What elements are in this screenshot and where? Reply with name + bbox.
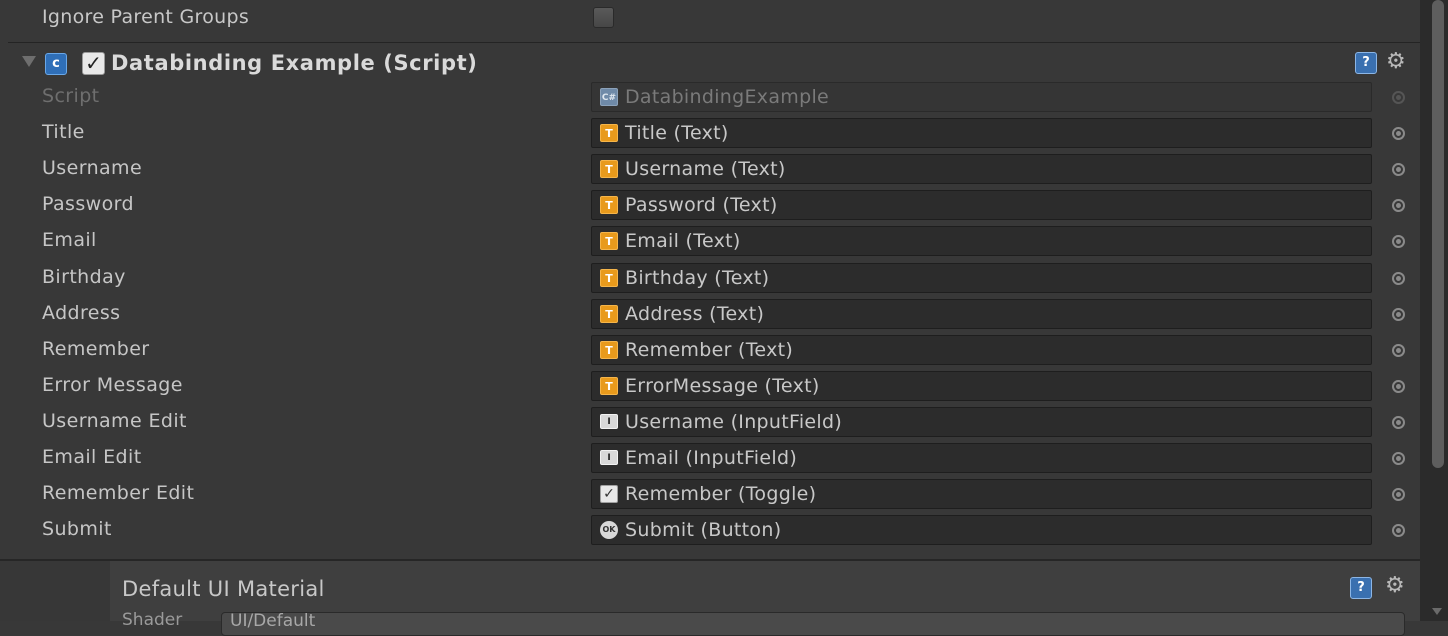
text-component-icon: T [600, 269, 618, 287]
object-field-value: Title (Text) [625, 122, 729, 144]
object-picker-icon[interactable] [1392, 452, 1405, 465]
field-label: Username Edit [42, 410, 187, 432]
object-field-value: Password (Text) [625, 194, 778, 216]
text-component-icon: T [600, 341, 618, 359]
field-label: Password [42, 193, 134, 215]
object-picker-icon[interactable] [1392, 199, 1405, 212]
object-field[interactable]: T Email (Text) [591, 226, 1372, 256]
ignore-parent-groups-checkbox[interactable] [593, 7, 614, 28]
object-field-value: Remember (Text) [625, 339, 794, 361]
help-icon[interactable]: ? [1355, 52, 1377, 74]
component-title: Databinding Example (Script) [111, 51, 478, 75]
field-label: Submit [42, 518, 112, 540]
object-field-value: DatabindingExample [625, 86, 830, 108]
object-field[interactable]: I Email (InputField) [591, 443, 1372, 473]
object-field-value: Birthday (Text) [625, 267, 770, 289]
field-label: Email [42, 229, 97, 251]
shader-value: UI/Default [230, 611, 316, 631]
inputfield-component-icon: I [600, 414, 618, 429]
text-component-icon: T [600, 160, 618, 178]
object-field: C# DatabindingExample [591, 82, 1372, 112]
shader-dropdown[interactable] [221, 612, 1405, 636]
field-label: Script [42, 85, 100, 107]
shader-label: Shader [122, 610, 183, 630]
object-picker-icon[interactable] [1392, 344, 1405, 357]
object-field[interactable]: OK Submit (Button) [591, 515, 1372, 545]
object-field-value: Remember (Toggle) [625, 483, 817, 505]
object-field[interactable]: T Remember (Text) [591, 335, 1372, 365]
script-icon: C# [600, 88, 618, 106]
text-component-icon: T [600, 232, 618, 250]
object-field[interactable]: T ErrorMessage (Text) [591, 371, 1372, 401]
object-field-value: ErrorMessage (Text) [625, 375, 820, 397]
text-component-icon: T [600, 196, 618, 214]
object-picker-icon[interactable] [1392, 524, 1405, 537]
field-label: Remember Edit [42, 482, 195, 504]
field-label: Username [42, 157, 143, 179]
object-field[interactable]: T Password (Text) [591, 190, 1372, 220]
field-label: Title [42, 121, 85, 143]
field-label: Remember [42, 338, 150, 360]
object-field[interactable]: T Address (Text) [591, 299, 1372, 329]
object-field-value: Address (Text) [625, 303, 765, 325]
text-component-icon: T [600, 377, 618, 395]
material-gear-icon[interactable]: ⚙ [1385, 575, 1405, 597]
object-picker-icon[interactable] [1392, 416, 1405, 429]
object-picker-icon[interactable] [1392, 163, 1405, 176]
object-field-value: Username (Text) [625, 158, 786, 180]
text-component-icon: T [600, 305, 618, 323]
object-field-value: Email (InputField) [625, 447, 798, 469]
object-picker-icon[interactable] [1392, 127, 1405, 140]
button-component-icon: OK [600, 521, 618, 539]
object-picker-icon[interactable] [1392, 272, 1405, 285]
material-preview [0, 561, 110, 621]
object-field-value: Username (InputField) [625, 411, 843, 433]
foldout-arrow-icon[interactable] [22, 56, 36, 67]
csharp-script-icon: c [45, 53, 67, 75]
toggle-component-icon: ✓ [600, 485, 618, 503]
material-help-icon[interactable]: ? [1350, 577, 1372, 599]
field-label: Address [42, 302, 121, 324]
field-label: Email Edit [42, 446, 142, 468]
material-title: Default UI Material [122, 577, 325, 601]
field-label: Error Message [42, 374, 183, 396]
object-field-value: Email (Text) [625, 230, 741, 252]
object-picker-icon[interactable] [1392, 235, 1405, 248]
object-field[interactable]: I Username (InputField) [591, 407, 1372, 437]
object-picker-icon[interactable] [1392, 380, 1405, 393]
object-field[interactable]: T Username (Text) [591, 154, 1372, 184]
object-picker-icon[interactable] [1392, 308, 1405, 321]
component-enabled-checkbox[interactable]: ✓ [82, 52, 105, 75]
object-field[interactable]: ✓ Remember (Toggle) [591, 479, 1372, 509]
object-field-value: Submit (Button) [625, 519, 782, 541]
object-field[interactable]: T Title (Text) [591, 118, 1372, 148]
scrollbar-thumb[interactable] [1432, 0, 1444, 468]
object-field[interactable]: T Birthday (Text) [591, 263, 1372, 293]
object-picker-icon[interactable] [1392, 488, 1405, 501]
object-picker-icon [1392, 91, 1405, 104]
inputfield-component-icon: I [600, 450, 618, 465]
ignore-parent-groups-label: Ignore Parent Groups [42, 6, 250, 28]
gear-icon[interactable]: ⚙ [1386, 51, 1406, 73]
scroll-down-arrow-icon[interactable] [1432, 608, 1442, 615]
field-label: Birthday [42, 266, 126, 288]
text-component-icon: T [600, 124, 618, 142]
